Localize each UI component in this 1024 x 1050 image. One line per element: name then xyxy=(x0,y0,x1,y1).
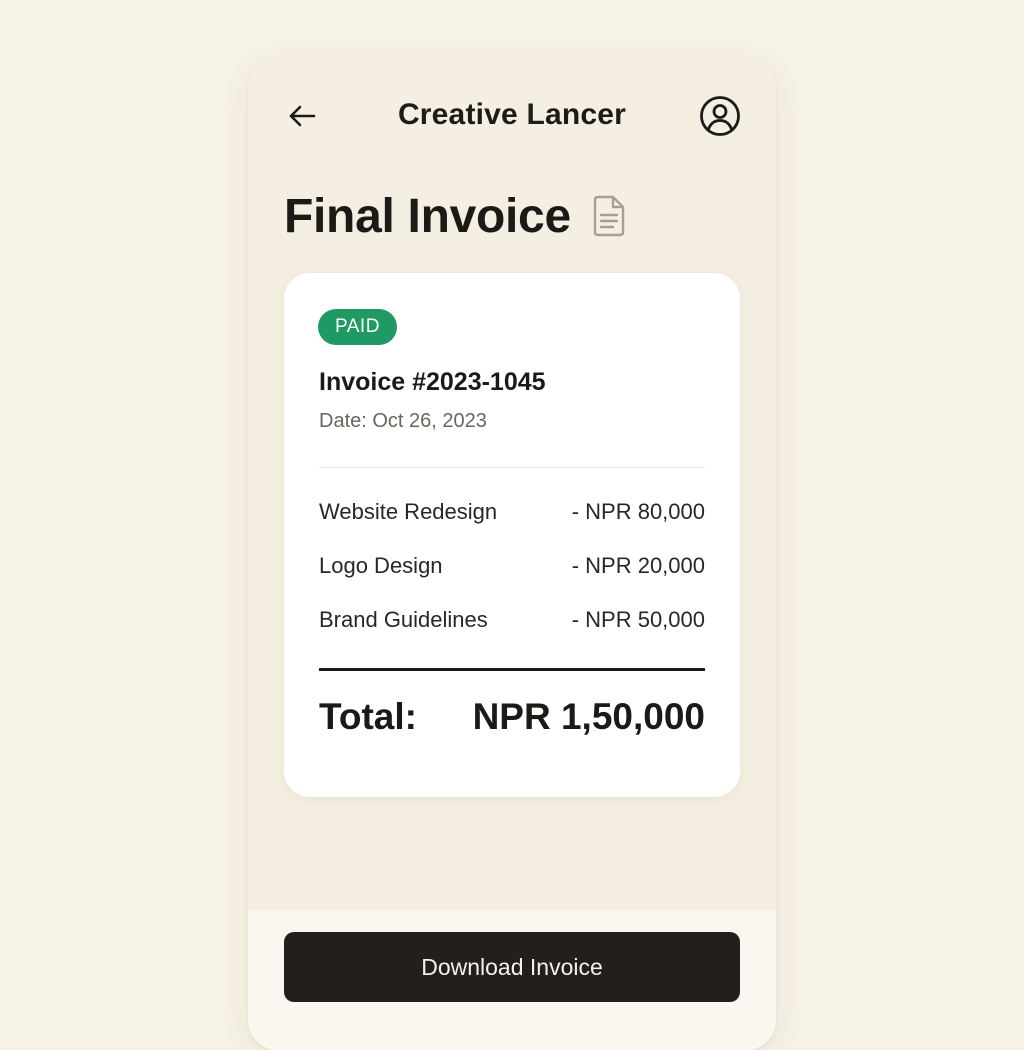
line-item: Website Redesign - NPR 80,000 xyxy=(319,499,705,553)
line-item-amount: - NPR 50,000 xyxy=(571,607,705,632)
line-item: Brand Guidelines - NPR 50,000 xyxy=(319,607,705,661)
line-item-amount: - NPR 80,000 xyxy=(571,499,705,524)
line-item-name: Logo Design xyxy=(319,553,443,578)
page-title-row: Final Invoice xyxy=(284,188,627,244)
line-items: Website Redesign - NPR 80,000 Logo Desig… xyxy=(319,499,705,661)
page-title: Final Invoice xyxy=(284,189,571,243)
footer-bar: Download Invoice xyxy=(248,910,776,1050)
total-row: Total: NPR 1,50,000 xyxy=(319,696,705,738)
line-item-name: Brand Guidelines xyxy=(319,607,488,632)
invoice-card: PAID Invoice #2023-1045 Date: Oct 26, 20… xyxy=(284,273,740,797)
top-bar: Creative Lancer xyxy=(248,60,776,170)
document-icon xyxy=(593,195,625,237)
divider xyxy=(319,467,705,468)
line-item-amount: - NPR 20,000 xyxy=(571,553,705,578)
profile-button[interactable] xyxy=(698,94,742,138)
user-circle-icon xyxy=(700,96,740,136)
app-title: Creative Lancer xyxy=(397,98,627,131)
total-value: NPR 1,50,000 xyxy=(472,696,705,737)
phone-frame: Creative Lancer Final Invoice PAID Invoi… xyxy=(248,60,776,1050)
line-item: Logo Design - NPR 20,000 xyxy=(319,553,705,607)
line-item-name: Website Redesign xyxy=(319,499,498,524)
total-label: Total: xyxy=(319,696,417,737)
invoice-date: Date: Oct 26, 2023 xyxy=(319,410,487,432)
total-divider xyxy=(319,668,705,671)
invoice-number: Invoice #2023-1045 xyxy=(319,368,546,396)
download-invoice-button[interactable]: Download Invoice xyxy=(284,932,740,1002)
status-badge: PAID xyxy=(318,309,397,345)
